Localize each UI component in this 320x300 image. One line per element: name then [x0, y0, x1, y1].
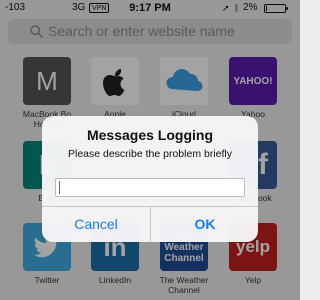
cancel-button[interactable]: Cancel: [42, 207, 150, 242]
problem-description-input[interactable]: [55, 178, 245, 197]
alert-message: Please describe the problem briefly: [67, 148, 232, 160]
text-cursor: [59, 181, 60, 194]
ok-button[interactable]: OK: [151, 207, 258, 242]
alert-dialog: Messages Logging Please describe the pro…: [42, 116, 258, 242]
alert-title: Messages Logging: [86, 127, 214, 143]
